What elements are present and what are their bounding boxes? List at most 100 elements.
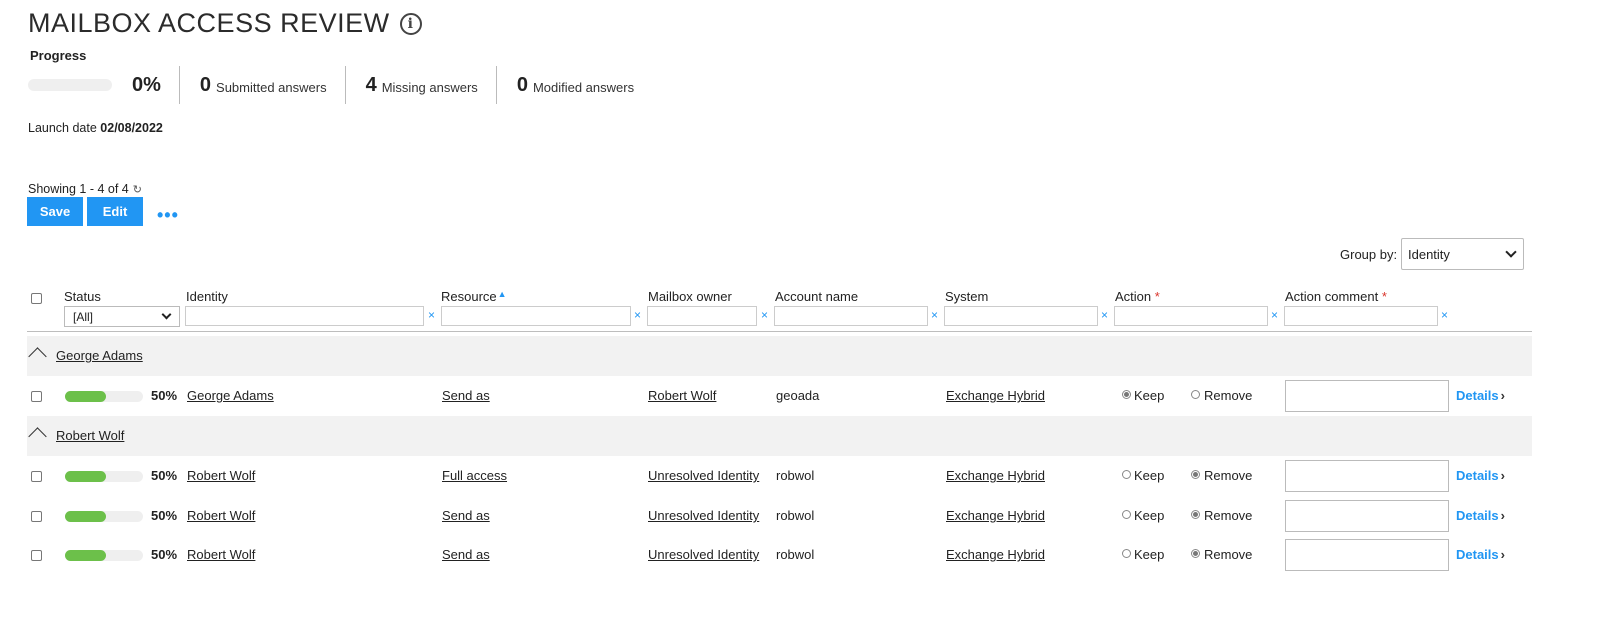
group-name[interactable]: Robert Wolf bbox=[56, 428, 124, 443]
action-comment-input[interactable] bbox=[1285, 460, 1449, 492]
overall-progress-percent: 0% bbox=[132, 73, 161, 96]
system-link[interactable]: Exchange Hybrid bbox=[946, 547, 1045, 562]
details-link[interactable]: Details › bbox=[1456, 468, 1505, 483]
details-label: Details bbox=[1456, 547, 1499, 562]
system-link[interactable]: Exchange Hybrid bbox=[946, 388, 1045, 403]
row-checkbox[interactable] bbox=[31, 550, 42, 561]
identity-link[interactable]: Robert Wolf bbox=[187, 508, 255, 523]
details-label: Details bbox=[1456, 468, 1499, 483]
mailbox-owner-filter-input[interactable] bbox=[647, 306, 757, 326]
column-status[interactable]: Status bbox=[64, 289, 101, 304]
details-link[interactable]: Details › bbox=[1456, 388, 1505, 403]
overall-progress-bar bbox=[28, 79, 112, 91]
column-identity[interactable]: Identity bbox=[186, 289, 228, 304]
resource-link[interactable]: Full access bbox=[442, 468, 507, 483]
collapse-caret-icon[interactable] bbox=[28, 427, 47, 446]
remove-label[interactable]: Remove bbox=[1204, 547, 1252, 562]
remove-label[interactable]: Remove bbox=[1204, 508, 1252, 523]
clear-account-name-filter-icon[interactable]: × bbox=[931, 308, 938, 322]
select-all-checkbox[interactable] bbox=[31, 293, 42, 304]
system-link[interactable]: Exchange Hybrid bbox=[946, 508, 1045, 523]
progress-label: Progress bbox=[30, 48, 87, 63]
progress-stats: 0% 0 Submitted answers 4 Missing answers… bbox=[28, 66, 652, 104]
details-link[interactable]: Details › bbox=[1456, 547, 1505, 562]
remove-label[interactable]: Remove bbox=[1204, 468, 1252, 483]
chevron-down-icon bbox=[161, 309, 172, 320]
identity-link[interactable]: George Adams bbox=[187, 388, 274, 403]
clear-mailbox-owner-filter-icon[interactable]: × bbox=[761, 308, 768, 322]
clear-resource-filter-icon[interactable]: × bbox=[634, 308, 641, 322]
system-filter-input[interactable] bbox=[944, 306, 1098, 326]
group-name[interactable]: George Adams bbox=[56, 348, 143, 363]
mailbox-owner-link[interactable]: Unresolved Identity bbox=[648, 468, 759, 483]
showing-count: Showing 1 - 4 of 4 ↻ bbox=[28, 182, 142, 196]
keep-radio[interactable] bbox=[1122, 510, 1131, 519]
row-checkbox[interactable] bbox=[31, 471, 42, 482]
account-name: geoada bbox=[776, 388, 820, 403]
identity-link[interactable]: Robert Wolf bbox=[187, 547, 255, 562]
required-mark: * bbox=[1381, 289, 1387, 304]
column-mailbox-owner[interactable]: Mailbox owner bbox=[648, 289, 732, 304]
header-divider bbox=[27, 331, 1532, 332]
info-icon[interactable]: i bbox=[399, 12, 422, 35]
column-resource-label: Resource bbox=[441, 289, 497, 304]
row-progress-fill bbox=[65, 471, 106, 482]
column-action-comment[interactable]: Action comment * bbox=[1285, 289, 1387, 304]
mailbox-owner-link[interactable]: Unresolved Identity bbox=[648, 508, 759, 523]
remove-radio[interactable] bbox=[1191, 390, 1200, 399]
remove-radio[interactable] bbox=[1191, 470, 1200, 479]
edit-button[interactable]: Edit bbox=[87, 197, 143, 226]
keep-label[interactable]: Keep bbox=[1134, 468, 1164, 483]
resource-link[interactable]: Send as bbox=[442, 508, 490, 523]
group-header-george-adams[interactable]: George Adams bbox=[27, 336, 1532, 376]
action-comment-filter-input[interactable] bbox=[1284, 306, 1438, 326]
remove-radio[interactable] bbox=[1191, 549, 1200, 558]
table-row: 50% George Adams Send as Robert Wolf geo… bbox=[27, 376, 1532, 416]
resource-link[interactable]: Send as bbox=[442, 388, 490, 403]
row-progress-percent: 50% bbox=[151, 468, 178, 483]
details-link[interactable]: Details › bbox=[1456, 508, 1505, 523]
collapse-caret-icon[interactable] bbox=[28, 347, 47, 366]
action-comment-input[interactable] bbox=[1285, 539, 1449, 571]
clear-action-filter-icon[interactable]: × bbox=[1271, 308, 1278, 322]
column-system[interactable]: System bbox=[945, 289, 988, 304]
action-comment-input[interactable] bbox=[1285, 500, 1449, 532]
clear-action-comment-filter-icon[interactable]: × bbox=[1441, 308, 1448, 322]
resource-filter-input[interactable] bbox=[441, 306, 631, 326]
identity-filter-input[interactable] bbox=[185, 306, 424, 326]
column-account-name[interactable]: Account name bbox=[775, 289, 858, 304]
clear-system-filter-icon[interactable]: × bbox=[1101, 308, 1108, 322]
refresh-icon[interactable]: ↻ bbox=[133, 183, 142, 196]
keep-radio[interactable] bbox=[1122, 390, 1131, 399]
row-checkbox[interactable] bbox=[31, 511, 42, 522]
table-row: 50% Robert Wolf Send as Unresolved Ident… bbox=[27, 535, 1532, 575]
row-checkbox[interactable] bbox=[31, 391, 42, 402]
remove-label[interactable]: Remove bbox=[1204, 388, 1252, 403]
keep-radio[interactable] bbox=[1122, 470, 1131, 479]
column-action[interactable]: Action * bbox=[1115, 289, 1160, 304]
save-button[interactable]: Save bbox=[27, 197, 83, 226]
modified-label: Modified answers bbox=[532, 79, 635, 95]
resource-link[interactable]: Send as bbox=[442, 547, 490, 562]
missing-label: Missing answers bbox=[381, 79, 478, 95]
page-title-text: MAILBOX ACCESS REVIEW bbox=[28, 8, 390, 38]
clear-identity-filter-icon[interactable]: × bbox=[428, 308, 435, 322]
group-by-select[interactable]: Identity bbox=[1401, 238, 1524, 270]
keep-label[interactable]: Keep bbox=[1134, 388, 1164, 403]
account-name-filter-input[interactable] bbox=[774, 306, 928, 326]
system-link[interactable]: Exchange Hybrid bbox=[946, 468, 1045, 483]
status-filter-select[interactable]: [All] bbox=[64, 306, 180, 327]
remove-radio[interactable] bbox=[1191, 510, 1200, 519]
action-filter-input[interactable] bbox=[1114, 306, 1268, 326]
column-resource[interactable]: Resource▲ bbox=[441, 289, 507, 304]
keep-label[interactable]: Keep bbox=[1134, 508, 1164, 523]
identity-link[interactable]: Robert Wolf bbox=[187, 468, 255, 483]
group-header-robert-wolf[interactable]: Robert Wolf bbox=[27, 416, 1532, 456]
mailbox-owner-link[interactable]: Unresolved Identity bbox=[648, 547, 759, 562]
keep-label[interactable]: Keep bbox=[1134, 547, 1164, 562]
missing-answers-stat: 4 Missing answers bbox=[344, 66, 496, 104]
keep-radio[interactable] bbox=[1122, 549, 1131, 558]
action-comment-input[interactable] bbox=[1285, 380, 1449, 412]
more-options-icon[interactable]: ••• bbox=[157, 205, 179, 226]
mailbox-owner-link[interactable]: Robert Wolf bbox=[648, 388, 716, 403]
